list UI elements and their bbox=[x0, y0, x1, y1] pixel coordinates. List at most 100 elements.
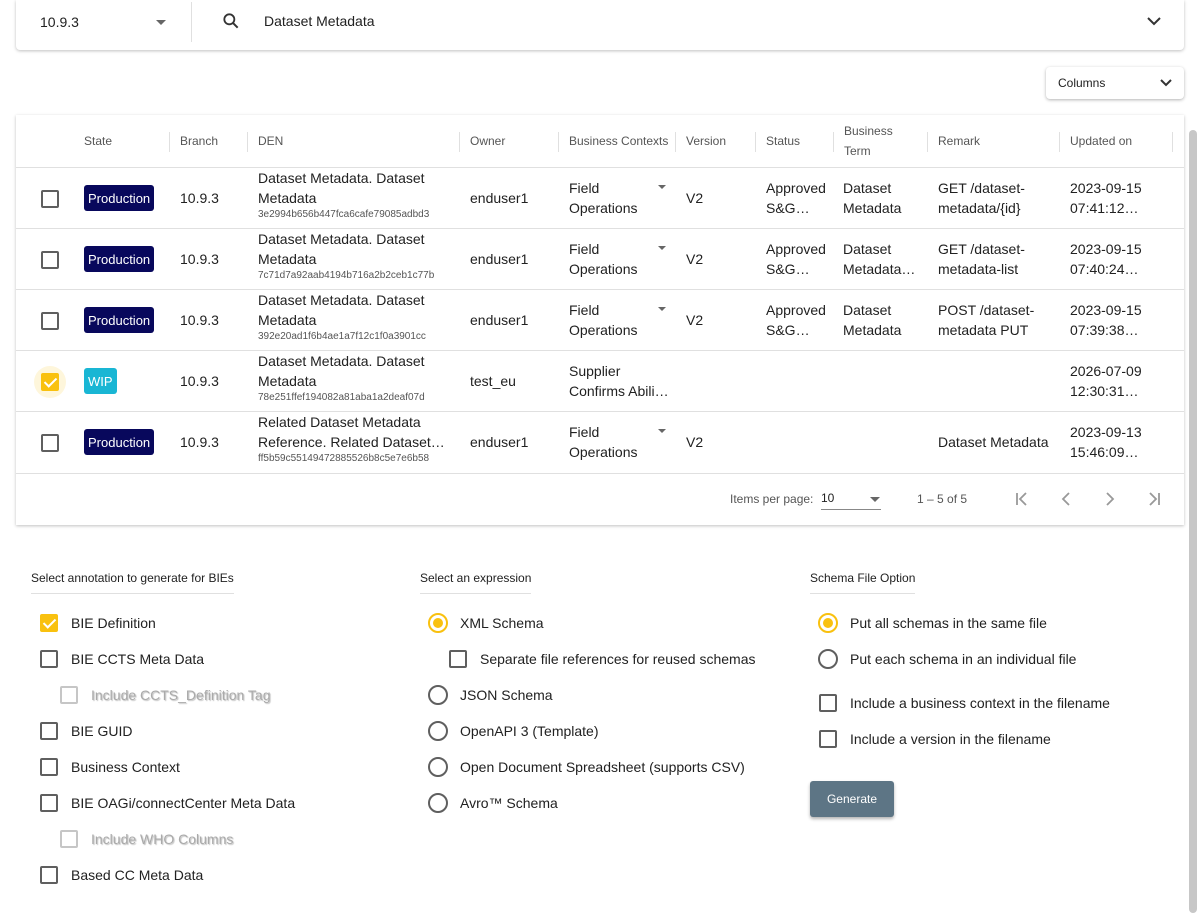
option-same-file-label: Put all schemas in the same file bbox=[850, 615, 1047, 631]
state-badge: Production bbox=[84, 185, 155, 211]
divider bbox=[191, 2, 192, 42]
annotation-checkbox[interactable] bbox=[40, 650, 58, 668]
header-owner[interactable]: Owner bbox=[470, 115, 505, 167]
page-size-value: 10 bbox=[821, 491, 835, 505]
header-business-contexts[interactable]: Business Contexts bbox=[569, 115, 668, 167]
business-context-cell: Field Operations bbox=[569, 180, 638, 216]
row-checkbox[interactable] bbox=[41, 373, 59, 391]
checkbox-separate-files[interactable] bbox=[449, 650, 467, 668]
chevron-down-icon[interactable] bbox=[658, 246, 666, 250]
last-page-icon[interactable] bbox=[1146, 491, 1162, 507]
den-cell[interactable]: Dataset Metadata. Dataset Metadata 392e20… bbox=[258, 290, 458, 344]
radio-same-file[interactable] bbox=[818, 613, 838, 633]
den-cell[interactable]: Dataset Metadata. Dataset Metadata 3e2994… bbox=[258, 168, 458, 222]
den-cell[interactable]: Related Dataset Metadata Reference. Rela… bbox=[258, 412, 458, 466]
columns-button-label: Columns bbox=[1058, 76, 1106, 90]
header-status[interactable]: Status bbox=[766, 115, 800, 167]
first-page-icon[interactable] bbox=[1014, 491, 1030, 507]
columns-button[interactable]: Columns bbox=[1046, 67, 1184, 99]
table-row[interactable]: Production 10.9.3 Related Dataset Metadata… bbox=[16, 411, 1184, 472]
branch-cell: 10.9.3 bbox=[180, 312, 219, 328]
branch-select[interactable]: 10.9.3 bbox=[40, 12, 180, 34]
status-cell: Approved S&G… bbox=[766, 302, 826, 338]
header-updated-on[interactable]: Updated on bbox=[1070, 115, 1132, 167]
den-text: Dataset Metadata. Dataset Metadata bbox=[258, 231, 425, 267]
branch-cell: 10.9.3 bbox=[180, 251, 219, 267]
search-input[interactable]: Dataset Metadata bbox=[264, 13, 375, 29]
row-checkbox[interactable] bbox=[41, 434, 59, 452]
business-term-cell: Dataset Metadata bbox=[843, 302, 902, 338]
table-row[interactable]: Production 10.9.3 Dataset Metadata. Datase… bbox=[16, 228, 1184, 289]
option-openapi-label: OpenAPI 3 (Template) bbox=[460, 723, 599, 739]
radio-json-schema[interactable] bbox=[428, 685, 448, 705]
radio-avro[interactable] bbox=[428, 793, 448, 813]
next-page-icon[interactable] bbox=[1102, 491, 1118, 507]
header-den[interactable]: DEN bbox=[258, 115, 283, 167]
header-branch[interactable]: Branch bbox=[180, 115, 218, 167]
business-term-cell bbox=[843, 361, 923, 401]
business-context-cell: Field Operations bbox=[569, 424, 638, 460]
state-badge: Production bbox=[84, 429, 155, 455]
remark-cell: Dataset Metadata bbox=[938, 434, 1049, 450]
table-row[interactable]: Production 10.9.3 Dataset Metadata. Datase… bbox=[16, 167, 1184, 228]
business-context-cell: Field Operations bbox=[569, 302, 638, 338]
branch-select-value: 10.9.3 bbox=[40, 14, 79, 30]
header-business-term[interactable]: Business Term bbox=[844, 115, 904, 167]
den-text: Dataset Metadata. Dataset Metadata bbox=[258, 353, 425, 389]
radio-ods[interactable] bbox=[428, 757, 448, 777]
radio-xml-schema[interactable] bbox=[428, 613, 448, 633]
business-context-cell: Field Operations bbox=[569, 241, 638, 277]
table-row[interactable]: WIP 10.9.3 Dataset Metadata. Dataset Metad… bbox=[16, 350, 1184, 411]
table-row[interactable]: Production 10.9.3 Dataset Metadata. Datase… bbox=[16, 289, 1184, 350]
chevron-down-icon[interactable] bbox=[658, 429, 666, 433]
row-checkbox[interactable] bbox=[41, 251, 59, 269]
version-cell: V2 bbox=[686, 434, 704, 450]
annotation-checkbox[interactable] bbox=[40, 794, 58, 812]
annotation-checkbox[interactable] bbox=[40, 614, 58, 632]
den-text: Dataset Metadata. Dataset Metadata bbox=[258, 170, 425, 206]
radio-openapi[interactable] bbox=[428, 721, 448, 741]
chevron-down-icon[interactable] bbox=[658, 307, 666, 311]
den-cell[interactable]: Dataset Metadata. Dataset Metadata 78e251… bbox=[258, 351, 458, 405]
checkbox-include-context[interactable] bbox=[819, 694, 837, 712]
version-cell: V2 bbox=[686, 312, 704, 328]
header-version[interactable]: Version bbox=[686, 115, 726, 167]
annotation-checkbox[interactable] bbox=[40, 758, 58, 776]
updated-on-cell: 2023-09-15 07:41:12… bbox=[1070, 180, 1142, 216]
guid-text: 7c71d7a92aab4194b716a2b2ceb1c77b bbox=[258, 270, 435, 281]
annotation-checkbox bbox=[60, 686, 78, 704]
state-badge: Production bbox=[84, 307, 155, 333]
scrollbar[interactable] bbox=[1189, 130, 1197, 913]
option-json-schema-label: JSON Schema bbox=[460, 687, 553, 703]
page-size-select[interactable]: 10 bbox=[821, 490, 881, 510]
checkbox-include-version[interactable] bbox=[819, 730, 837, 748]
option-include-version-label: Include a version in the filename bbox=[850, 731, 1051, 747]
annotation-option-label: Based CC Meta Data bbox=[71, 867, 204, 883]
version-cell: V2 bbox=[686, 190, 704, 206]
owner-cell: enduser1 bbox=[470, 251, 529, 267]
row-checkbox[interactable] bbox=[41, 190, 59, 208]
column-separator bbox=[459, 132, 460, 152]
annotation-checkbox[interactable] bbox=[40, 866, 58, 884]
row-checkbox[interactable] bbox=[41, 312, 59, 330]
guid-text: ff5b59c55149472885526b8c5e7e6b58 bbox=[258, 453, 430, 464]
annotation-checkbox[interactable] bbox=[40, 722, 58, 740]
schema-file-title: Schema File Option bbox=[810, 571, 916, 594]
column-separator bbox=[1059, 132, 1060, 152]
chevron-down-icon[interactable] bbox=[658, 185, 666, 189]
header-remark[interactable]: Remark bbox=[938, 115, 980, 167]
column-separator bbox=[675, 132, 676, 152]
search-icon[interactable] bbox=[221, 11, 241, 31]
previous-page-icon[interactable] bbox=[1058, 491, 1074, 507]
chevron-down-icon bbox=[870, 497, 880, 502]
generate-button[interactable]: Generate bbox=[810, 781, 894, 817]
expand-search-icon[interactable] bbox=[1145, 14, 1163, 28]
radio-individual-file[interactable] bbox=[818, 649, 838, 669]
status-cell: Approved S&G… bbox=[766, 180, 826, 216]
annotation-option-label: BIE OAGi/connectCenter Meta Data bbox=[71, 795, 296, 811]
chevron-down-icon bbox=[1158, 77, 1174, 89]
column-separator bbox=[755, 132, 756, 152]
header-state[interactable]: State bbox=[84, 115, 112, 167]
den-cell[interactable]: Dataset Metadata. Dataset Metadata 7c71d7… bbox=[258, 229, 458, 283]
column-separator bbox=[558, 132, 559, 152]
